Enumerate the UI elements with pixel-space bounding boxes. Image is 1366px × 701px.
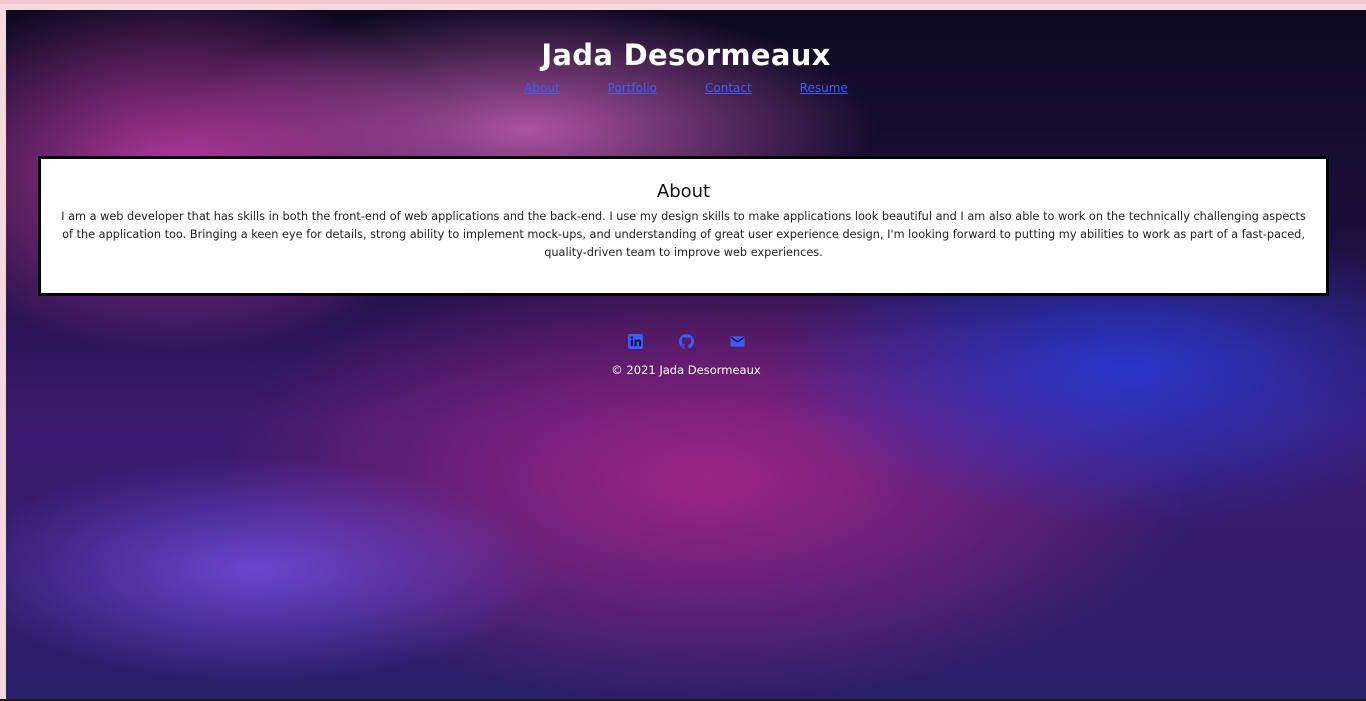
- main-nav: About Portfolio Contact Resume: [6, 81, 1366, 95]
- about-body: I am a web developer that has skills in …: [61, 210, 1306, 259]
- nav-link-about[interactable]: About: [524, 81, 559, 95]
- site-title: Jada Desormeaux: [541, 38, 831, 72]
- site-header: Jada Desormeaux About Portfolio Contact …: [6, 38, 1366, 95]
- linkedin-icon[interactable]: [627, 334, 643, 349]
- about-section: About I am a web developer that has skil…: [38, 156, 1329, 296]
- social-links: [6, 334, 1366, 349]
- nav-link-portfolio[interactable]: Portfolio: [608, 81, 657, 95]
- github-icon[interactable]: [678, 334, 694, 349]
- envelope-icon[interactable]: [729, 334, 745, 349]
- nav-link-contact[interactable]: Contact: [705, 81, 752, 95]
- about-heading: About: [656, 181, 711, 202]
- browser-top-strip: [0, 0, 1366, 4]
- nav-link-resume[interactable]: Resume: [800, 81, 848, 95]
- site-footer: © 2021 Jada Desormeaux: [6, 334, 1366, 377]
- copyright-text: © 2021 Jada Desormeaux: [611, 363, 761, 377]
- hero-background: Jada Desormeaux About Portfolio Contact …: [6, 10, 1366, 700]
